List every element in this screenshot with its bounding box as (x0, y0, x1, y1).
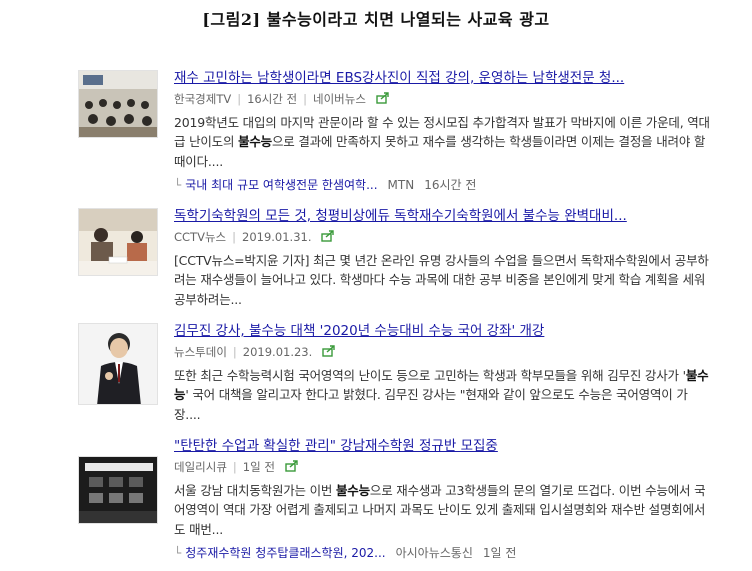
news-time: 16시간 전 (247, 92, 298, 106)
related-news-link[interactable]: 국내 최대 규모 여학생전문 한샘여학... (185, 178, 377, 192)
news-description: 2019학년도 대입의 마지막 관문이라 할 수 있는 정시모집 추가합격자 발… (174, 114, 710, 169)
news-source: 뉴스투데이 (174, 345, 227, 359)
related-news: └ 국내 최대 규모 여학생전문 한샘여학... MTN 16시간 전 (174, 178, 477, 192)
related-news-source: 아시아뉴스통신 (395, 546, 473, 560)
news-thumbnail[interactable] (78, 208, 158, 276)
news-description: 또한 최근 수학능력시험 국어영역의 난이도 등으로 고민하는 학생과 학부모들… (174, 367, 709, 422)
news-meta: 한국경제TV | 16시간 전 | 네이버뉴스 (174, 91, 714, 108)
share-icon[interactable] (284, 459, 299, 476)
related-news-time: 16시간 전 (424, 178, 477, 192)
news-thumbnail[interactable] (78, 323, 158, 405)
figure-caption: [그림2] 불수능이라고 치면 나열되는 사교육 광고 (202, 10, 550, 29)
related-news-link[interactable]: 청주재수학원 청주탑클래스학원, 202... (185, 546, 385, 560)
news-source: 한국경제TV (174, 92, 232, 106)
news-time: 2019.01.23. (242, 345, 313, 359)
related-news: └ 청주재수학원 청주탑클래스학원, 202... 아시아뉴스통신 1일 전 (174, 546, 517, 560)
news-time: 2019.01.31. (242, 230, 312, 244)
news-thumbnail[interactable] (78, 456, 158, 524)
news-title-link[interactable]: 독학기숙학원의 모든 것, 청평비상에듀 독학재수기숙학원에서 불수능 완벽대비… (174, 208, 714, 225)
highlight-keyword: 불수능 (238, 134, 272, 149)
news-meta: CCTV뉴스 | 2019.01.31. (174, 229, 714, 246)
news-description: [CCTV뉴스=박지윤 기자] 최근 몇 년간 온라인 유명 강사들의 수업을 … (174, 252, 709, 307)
news-title-link[interactable]: "탄탄한 수업과 확실한 관리" 강남재수학원 정규반 모집중 (174, 438, 714, 455)
related-news-source: MTN (387, 178, 415, 192)
share-icon[interactable] (322, 344, 336, 361)
news-description: 서울 강남 대치동학원가는 이번 불수능으로 재수생과 고3학생들의 문의 열기… (174, 482, 706, 537)
share-icon[interactable] (321, 229, 335, 246)
news-source: 데일리시큐 (174, 460, 227, 474)
share-icon[interactable] (375, 91, 390, 108)
news-time: 1일 전 (242, 460, 275, 474)
news-title-link[interactable]: 재수 고민하는 남학생이라면 EBS강사진이 직접 강의, 운영하는 남학생전문… (174, 70, 714, 87)
related-news-time: 1일 전 (482, 546, 517, 560)
news-source: CCTV뉴스 (174, 230, 227, 244)
naver-news-link[interactable]: 네이버뉴스 (313, 92, 366, 106)
highlight-keyword: 불수능 (336, 482, 370, 498)
news-title-link[interactable]: 김무진 강사, 불수능 대책 '2020년 수능대비 수능 국어 강좌' 개강 (174, 323, 714, 340)
news-thumbnail[interactable] (78, 70, 158, 138)
news-meta: 뉴스투데이 | 2019.01.23. (174, 344, 714, 361)
news-meta: 데일리시큐 | 1일 전 (174, 459, 714, 476)
